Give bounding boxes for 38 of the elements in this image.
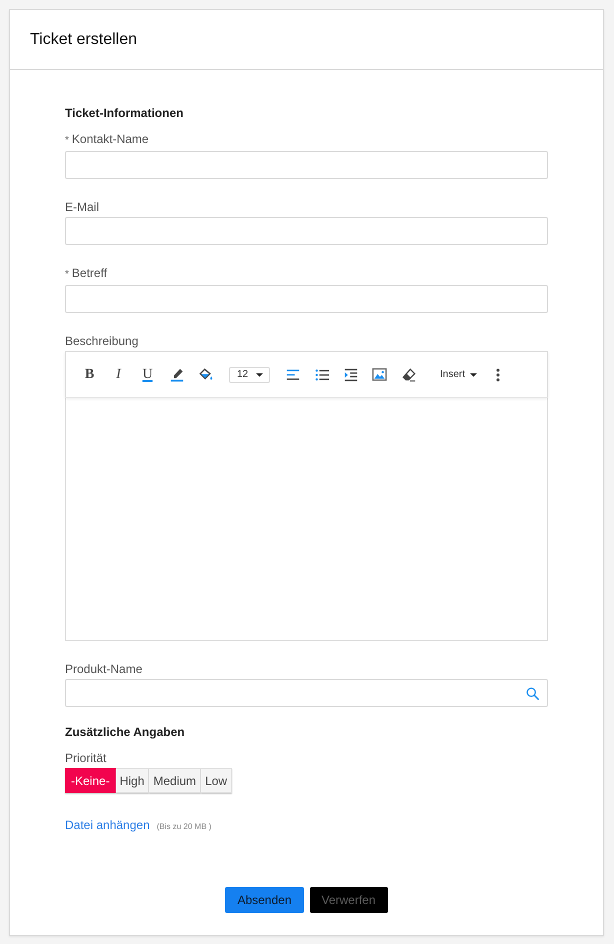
field-label: Beschreibung bbox=[65, 333, 138, 349]
field-label: E-Mail bbox=[65, 199, 100, 215]
priority-option[interactable]: -Keine- bbox=[65, 768, 116, 793]
font-size-dropdown[interactable]: 12 bbox=[229, 366, 270, 382]
pen-icon bbox=[170, 368, 184, 382]
align-left-icon bbox=[286, 368, 300, 382]
eraser-icon bbox=[402, 368, 416, 382]
bold-button[interactable]: B bbox=[75, 362, 104, 386]
field-label: Betreff bbox=[72, 265, 108, 281]
priority-option[interactable]: High bbox=[116, 768, 150, 793]
image-icon bbox=[372, 367, 387, 382]
caret-icon bbox=[470, 372, 478, 376]
file-size-note: (Bis zu 20 MB ) bbox=[156, 821, 212, 833]
search-icon bbox=[526, 686, 539, 700]
more-icon bbox=[496, 368, 500, 382]
page-title: Ticket erstellen bbox=[30, 30, 137, 50]
caret-icon bbox=[256, 372, 263, 376]
submit-button[interactable]: Absenden bbox=[225, 887, 304, 913]
indent-icon bbox=[344, 368, 358, 382]
field-label: Kontakt-Name bbox=[72, 131, 149, 147]
input-field[interactable] bbox=[65, 151, 548, 179]
italic-button[interactable]: I bbox=[104, 362, 133, 386]
section-heading: Ticket-Informationen bbox=[65, 106, 184, 120]
input-field[interactable] bbox=[65, 217, 548, 245]
priority-option[interactable]: Low bbox=[201, 768, 232, 793]
field-label: Priorität bbox=[65, 750, 106, 766]
priority-option[interactable]: Medium bbox=[149, 768, 202, 793]
bulleted-list-icon bbox=[314, 368, 328, 382]
required-asterisk: * bbox=[65, 268, 69, 282]
underline-button[interactable]: U bbox=[133, 362, 162, 386]
paint-bucket-icon bbox=[198, 368, 212, 382]
insert-menu-button[interactable]: Insert bbox=[435, 364, 482, 384]
field-label: Produkt-Name bbox=[65, 661, 142, 677]
section-heading: Zusätzliche Angaben bbox=[65, 725, 185, 739]
required-asterisk: * bbox=[65, 134, 69, 148]
lookup-field[interactable] bbox=[65, 679, 548, 707]
attach-file-link[interactable]: Datei anhängen bbox=[65, 817, 150, 833]
input-field[interactable] bbox=[65, 285, 548, 313]
